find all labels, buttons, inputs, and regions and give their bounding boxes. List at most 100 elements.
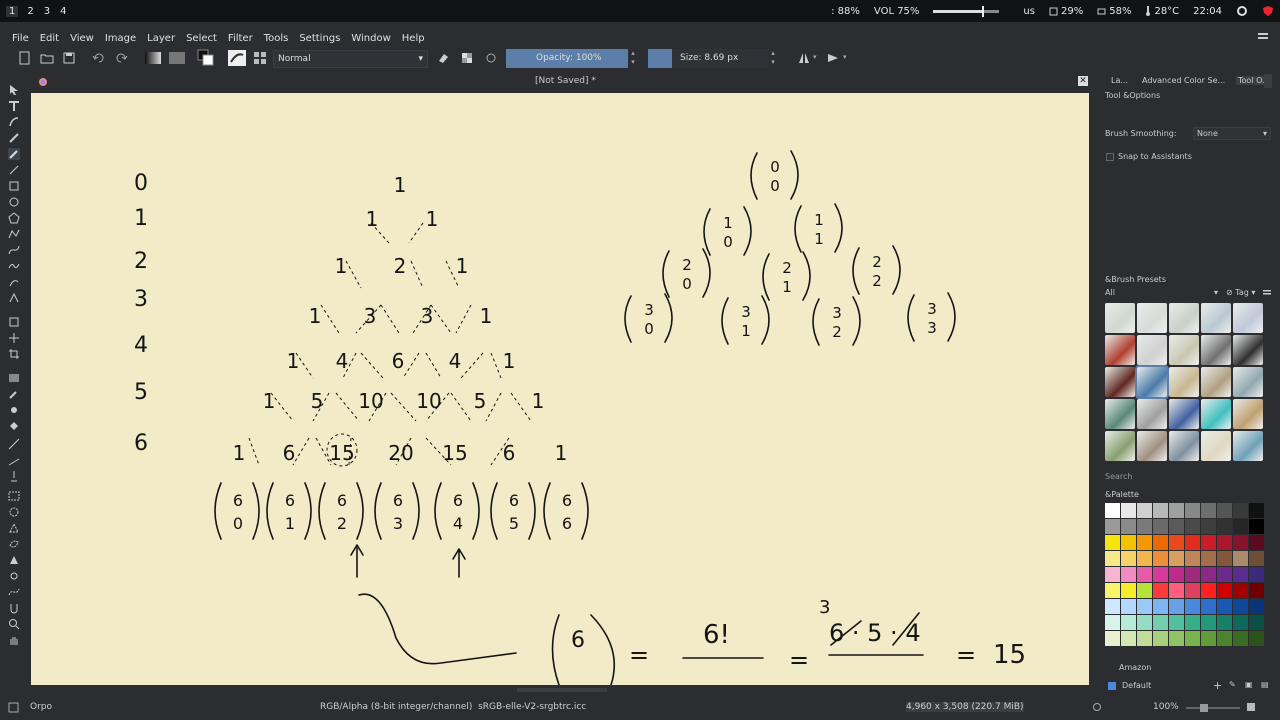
palette-swatch[interactable] [1153,615,1168,630]
palette-selector[interactable]: Default + ✎ ▣ ▤ [1105,679,1275,693]
palette-swatch[interactable] [1137,567,1152,582]
brush-preset[interactable] [1201,431,1231,461]
palette-swatch[interactable] [1185,631,1200,646]
shield-icon[interactable] [1262,5,1274,17]
menu-select[interactable]: Select [186,33,217,44]
docker-tab-scroll[interactable] [1264,74,1272,88]
rotate-canvas-icon[interactable] [1092,702,1102,712]
palette-swatch[interactable] [1185,535,1200,550]
open-folder-icon[interactable] [40,51,54,65]
pan-tool-icon[interactable] [8,634,20,646]
opacity-slider[interactable]: Opacity: 100% [506,49,628,68]
menu-file[interactable]: File [12,33,29,44]
palette-swatch[interactable] [1169,567,1184,582]
brush-preset[interactable] [1201,335,1231,365]
palette-swatch[interactable] [1169,583,1184,598]
polygon-tool-icon[interactable] [8,212,20,224]
palette-swatch[interactable] [1217,567,1232,582]
palette-swatch[interactable] [1233,631,1248,646]
palette-swatch[interactable] [1233,583,1248,598]
vertical-scrollbar[interactable] [1091,93,1097,685]
palette-swatch[interactable] [1105,519,1120,534]
mirror-vertical-dropdown[interactable]: ▾ [843,53,847,61]
palette-swatch[interactable] [1185,615,1200,630]
bezier-tool-icon[interactable] [8,244,20,256]
horizontal-scrollbar[interactable] [30,685,1091,695]
menu-edit[interactable]: Edit [40,33,59,44]
menu-image[interactable]: Image [105,33,136,44]
menu-help[interactable]: Help [402,33,425,44]
palette-swatch[interactable] [1249,631,1264,646]
palette-swatch[interactable] [1249,599,1264,614]
mirror-vertical-icon[interactable] [826,51,840,65]
volume-slider[interactable] [933,5,1000,17]
palette-swatch[interactable] [1201,615,1216,630]
dynamic-brush-tool-icon[interactable] [8,276,20,288]
preserve-alpha-icon[interactable] [460,51,474,65]
edit-shapes-tool-icon[interactable] [8,116,20,128]
text-tool-icon[interactable] [8,100,20,112]
brush-presets-tag[interactable]: ⊘ Tag ▾ [1226,288,1255,297]
line-tool-icon[interactable] [8,164,20,176]
mirror-horizontal-icon[interactable] [797,51,811,65]
palette-swatch[interactable] [1137,519,1152,534]
brush-preset[interactable] [1233,399,1263,429]
mirror-horizontal-dropdown[interactable]: ▾ [813,53,817,61]
menu-filter[interactable]: Filter [228,33,253,44]
palette-swatch[interactable] [1121,567,1136,582]
palette-swatch[interactable] [1217,631,1232,646]
measure-tool-icon[interactable] [8,454,20,466]
palette-swatch[interactable] [1185,583,1200,598]
panel-menu-icon[interactable] [1256,31,1270,43]
redo-icon[interactable] [114,51,128,65]
brush-preset[interactable] [1233,303,1263,333]
palette-swatch[interactable] [1105,583,1120,598]
palette-swatch[interactable] [1105,551,1120,566]
palette-swatch[interactable] [1169,615,1184,630]
smart-patch-tool-icon[interactable] [8,404,20,416]
crop-tool-icon[interactable] [8,348,20,360]
foreground-background-color-icon[interactable] [197,49,215,67]
zoom-slider[interactable] [1186,704,1240,712]
palette-swatch[interactable] [1185,599,1200,614]
pattern-icon[interactable] [168,51,186,65]
brush-preset[interactable] [1105,399,1135,429]
brush-preset[interactable] [1169,367,1199,397]
menu-view[interactable]: View [70,33,94,44]
palette-swatch[interactable] [1169,631,1184,646]
size-spinner[interactable]: ▴ ▾ [768,49,778,68]
palette-swatch[interactable] [1121,631,1136,646]
palette-swatch[interactable] [1249,535,1264,550]
freehand-selection-tool-icon[interactable] [8,538,20,550]
palette-swatch[interactable] [1137,535,1152,550]
gradient-icon[interactable] [143,51,163,65]
palette-swatch[interactable] [1217,519,1232,534]
palette-swatch[interactable] [1201,631,1216,646]
brush-preset[interactable] [1105,303,1135,333]
magnetic-selection-tool-icon[interactable] [8,602,20,614]
palette-swatch[interactable] [1121,599,1136,614]
palette-swatch[interactable] [1137,599,1152,614]
advanced-color-selector-tab[interactable]: Advanced Color Se... [1142,76,1225,85]
palette-swatch[interactable] [1249,503,1264,518]
palette-swatch[interactable] [1201,583,1216,598]
workspace-1[interactable]: 1 [6,5,19,17]
palette-swatch[interactable] [1217,503,1232,518]
palette-swatch[interactable] [1153,519,1168,534]
document-tab[interactable]: [Not Saved] * [535,76,596,86]
similar-color-selection-tool-icon[interactable] [8,570,20,582]
palette-swatch[interactable] [1153,535,1168,550]
palette-swatch[interactable] [1201,551,1216,566]
save-icon[interactable] [62,51,76,65]
palette-swatch[interactable] [1201,519,1216,534]
calligraphy-tool-icon[interactable] [8,132,20,144]
palette-swatch[interactable] [1185,567,1200,582]
palette-swatch[interactable] [1169,503,1184,518]
settings-gear-icon[interactable] [1236,5,1248,17]
palette-swatch[interactable] [1249,615,1264,630]
bezier-selection-tool-icon[interactable] [8,586,20,598]
palette-swatch[interactable] [1105,567,1120,582]
brush-preset-search[interactable]: Search [1105,472,1132,481]
polyline-tool-icon[interactable] [8,228,20,240]
brush-preset[interactable] [1137,399,1167,429]
